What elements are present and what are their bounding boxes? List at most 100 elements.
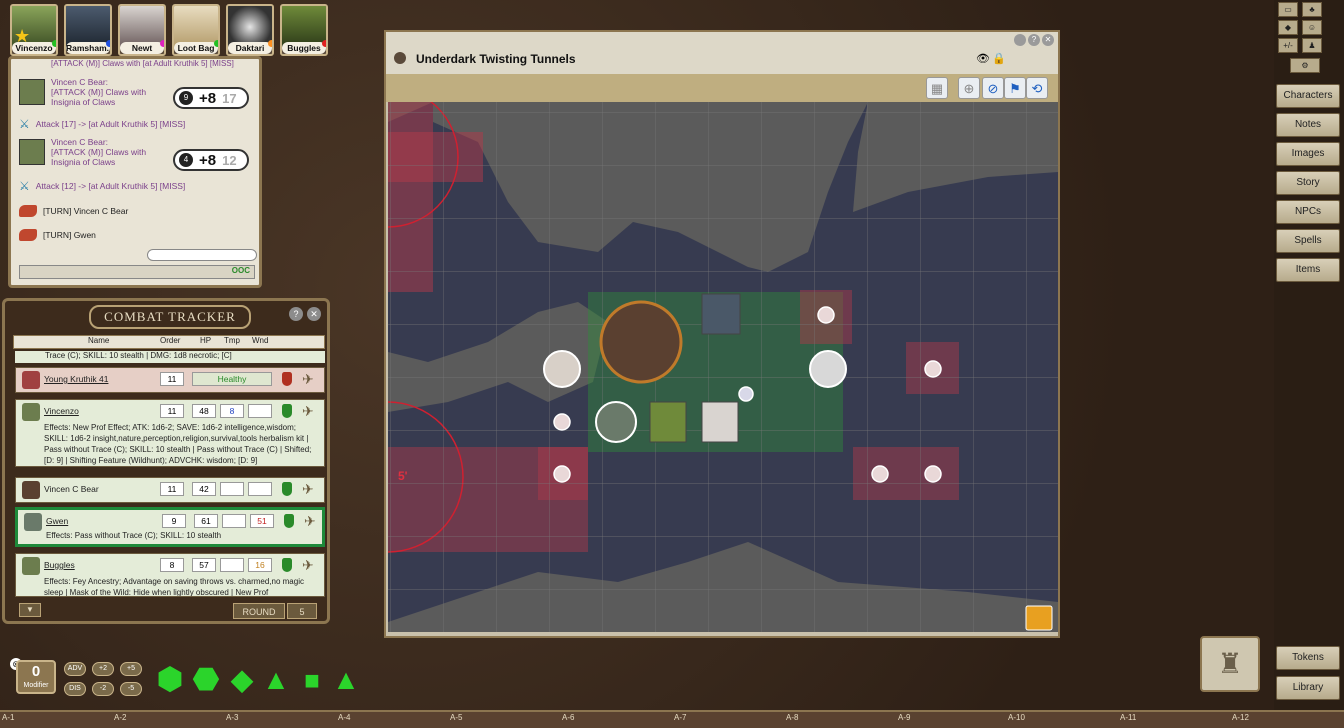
adv-button[interactable]: ADV bbox=[64, 662, 86, 676]
ct-entry-name[interactable]: Gwen bbox=[46, 516, 68, 526]
ooc-toggle[interactable]: OOC bbox=[232, 266, 250, 275]
hotkey-slot[interactable]: A-3 bbox=[226, 713, 238, 722]
token-kruthik-small[interactable] bbox=[871, 465, 889, 483]
sidebar-characters-button[interactable]: Characters bbox=[1276, 84, 1340, 108]
sidebar-images-button[interactable]: Images bbox=[1276, 142, 1340, 166]
sidebar-tool-icon[interactable]: ▭ bbox=[1278, 2, 1298, 17]
help-icon[interactable]: ? bbox=[289, 307, 303, 321]
ct-entry-name[interactable]: Buggles bbox=[44, 560, 75, 570]
faction-icon[interactable] bbox=[282, 558, 292, 572]
ct-entry-hp[interactable]: 61 bbox=[194, 514, 218, 528]
sidebar-notes-button[interactable]: Notes bbox=[1276, 113, 1340, 137]
token-kruthik-small[interactable] bbox=[553, 413, 571, 431]
ct-entry-hp[interactable]: 42 bbox=[192, 482, 216, 496]
sidebar-tokens-button[interactable]: Tokens bbox=[1276, 646, 1340, 670]
ct-entry-order[interactable]: 11 bbox=[160, 482, 184, 496]
portrait-vincenzo[interactable]: ★ Vincenzo bbox=[10, 4, 58, 56]
target-icon[interactable]: ✈ bbox=[302, 403, 314, 420]
hotkey-slot[interactable]: A-4 bbox=[338, 713, 350, 722]
sidebar-tool-icon[interactable]: ♣ bbox=[1302, 2, 1322, 17]
faction-icon[interactable] bbox=[284, 514, 294, 528]
sidebar-library-button[interactable]: Library bbox=[1276, 676, 1340, 700]
token-kruthik-small[interactable] bbox=[924, 360, 942, 378]
target-icon[interactable]: ✈ bbox=[304, 513, 316, 530]
target-reticle-icon[interactable]: ⊕ bbox=[958, 77, 980, 99]
sidebar-npcs-button[interactable]: NPCs bbox=[1276, 200, 1340, 224]
ct-entry-name[interactable]: Young Kruthik 41 bbox=[44, 374, 108, 384]
portrait-loot-bag[interactable]: Loot Bag bbox=[172, 4, 220, 56]
ct-entry-hp[interactable]: 57 bbox=[192, 558, 216, 572]
sidebar-spells-button[interactable]: Spells bbox=[1276, 229, 1340, 253]
token-vincenzo[interactable] bbox=[649, 401, 687, 443]
token-kruthik-small[interactable] bbox=[553, 465, 571, 483]
ct-entry-tmp[interactable] bbox=[222, 514, 246, 528]
ct-entry[interactable]: Buggles 8 57 16 ✈ Effects: Fey Ancestry;… bbox=[15, 553, 325, 597]
lock-icon[interactable]: 🔒 bbox=[992, 52, 1006, 65]
player-view-icon[interactable]: 👁 bbox=[976, 52, 990, 65]
no-targeting-icon[interactable]: ⊘ bbox=[982, 77, 1004, 99]
ct-entry-tmp[interactable] bbox=[220, 558, 244, 572]
target-icon[interactable]: ✈ bbox=[302, 371, 314, 388]
hotkey-slot[interactable]: A-6 bbox=[562, 713, 574, 722]
map-zoom-button[interactable] bbox=[1025, 605, 1053, 631]
hotkey-slot[interactable]: A-2 bbox=[114, 713, 126, 722]
token-daktari[interactable] bbox=[809, 350, 847, 388]
d12-icon[interactable]: ⬣ bbox=[190, 664, 222, 696]
portrait-buggles[interactable]: Buggles bbox=[280, 4, 328, 56]
token-kruthik[interactable] bbox=[543, 350, 581, 388]
round-value[interactable]: 5 bbox=[287, 603, 317, 619]
ct-entry[interactable]: Vincenzo 11 48 8 ✈ Effects: New Prof Eff… bbox=[15, 399, 325, 467]
ct-entry-hp[interactable]: 48 bbox=[192, 404, 216, 418]
sidebar-story-button[interactable]: Story bbox=[1276, 171, 1340, 195]
token-ramsham[interactable] bbox=[701, 293, 741, 335]
hotkey-slot[interactable]: A-1 bbox=[2, 713, 14, 722]
hotkey-slot[interactable]: A-7 bbox=[674, 713, 686, 722]
ct-entry-tmp[interactable]: 8 bbox=[220, 404, 244, 418]
token-kruthik-small[interactable] bbox=[924, 465, 942, 483]
settings-icon[interactable]: ⚙ bbox=[1290, 58, 1320, 73]
ct-entry-wnd[interactable]: 16 bbox=[248, 558, 272, 572]
ct-entry-name[interactable]: Vincenzo bbox=[44, 406, 79, 416]
person-icon[interactable]: ♟ bbox=[1302, 38, 1322, 53]
chat-input[interactable]: OOC bbox=[19, 265, 255, 279]
hotkey-slot[interactable]: A-8 bbox=[786, 713, 798, 722]
portrait-daktari[interactable]: Daktari bbox=[226, 4, 274, 56]
faction-icon[interactable] bbox=[282, 482, 292, 496]
minus5-button[interactable]: -5 bbox=[120, 682, 142, 696]
hotkey-slot[interactable]: A-9 bbox=[898, 713, 910, 722]
ct-entry-name[interactable]: Vincen C Bear bbox=[44, 484, 99, 494]
ct-entry-tmp[interactable] bbox=[220, 482, 244, 496]
hotkey-slot[interactable]: A-5 bbox=[450, 713, 462, 722]
target-icon[interactable]: ✈ bbox=[302, 481, 314, 498]
roll-result[interactable]: 4 +8 12 bbox=[173, 149, 249, 171]
hotkey-slot[interactable]: A-12 bbox=[1232, 713, 1249, 722]
hotkey-slot[interactable]: A-10 bbox=[1008, 713, 1025, 722]
ct-menu-button[interactable]: ▼ bbox=[19, 603, 41, 617]
ct-entry-order[interactable]: 9 bbox=[162, 514, 186, 528]
modifier-toggle[interactable]: +/- bbox=[1278, 38, 1298, 53]
hotkey-slot[interactable]: A-11 bbox=[1120, 713, 1136, 722]
ct-entry-wnd[interactable] bbox=[248, 482, 272, 496]
token-small[interactable] bbox=[738, 386, 754, 402]
minus2-button[interactable]: -2 bbox=[92, 682, 114, 696]
help-icon[interactable]: ? bbox=[1028, 34, 1040, 46]
portrait-newt[interactable]: Newt bbox=[118, 4, 166, 56]
token-newt[interactable] bbox=[701, 401, 739, 443]
faction-icon[interactable] bbox=[282, 372, 292, 386]
share-icon[interactable] bbox=[1014, 34, 1026, 46]
d4-icon[interactable]: ▲ bbox=[330, 664, 362, 696]
d6-icon[interactable]: ■ bbox=[296, 664, 328, 696]
target-icon[interactable]: ✈ bbox=[302, 557, 314, 574]
plus5-button[interactable]: +5 bbox=[120, 662, 142, 676]
round-label[interactable]: ROUND bbox=[233, 603, 285, 619]
ct-entry-active[interactable]: Gwen 9 61 51 ✈ Effects: Pass without Tra… bbox=[15, 507, 325, 547]
modifier-box[interactable]: 0 Modifier bbox=[16, 660, 56, 694]
chat-mode-select[interactable] bbox=[147, 249, 257, 261]
ct-entry-wnd[interactable] bbox=[248, 404, 272, 418]
grid-icon[interactable]: ▦ bbox=[926, 77, 948, 99]
d8-icon[interactable]: ▲ bbox=[260, 664, 292, 696]
close-icon[interactable]: ✕ bbox=[1042, 34, 1054, 46]
map-canvas[interactable]: 5' bbox=[388, 102, 1058, 632]
ct-entry[interactable]: Vincen C Bear 11 42 ✈ bbox=[15, 477, 325, 503]
d10-icon[interactable]: ◆ bbox=[226, 664, 258, 696]
